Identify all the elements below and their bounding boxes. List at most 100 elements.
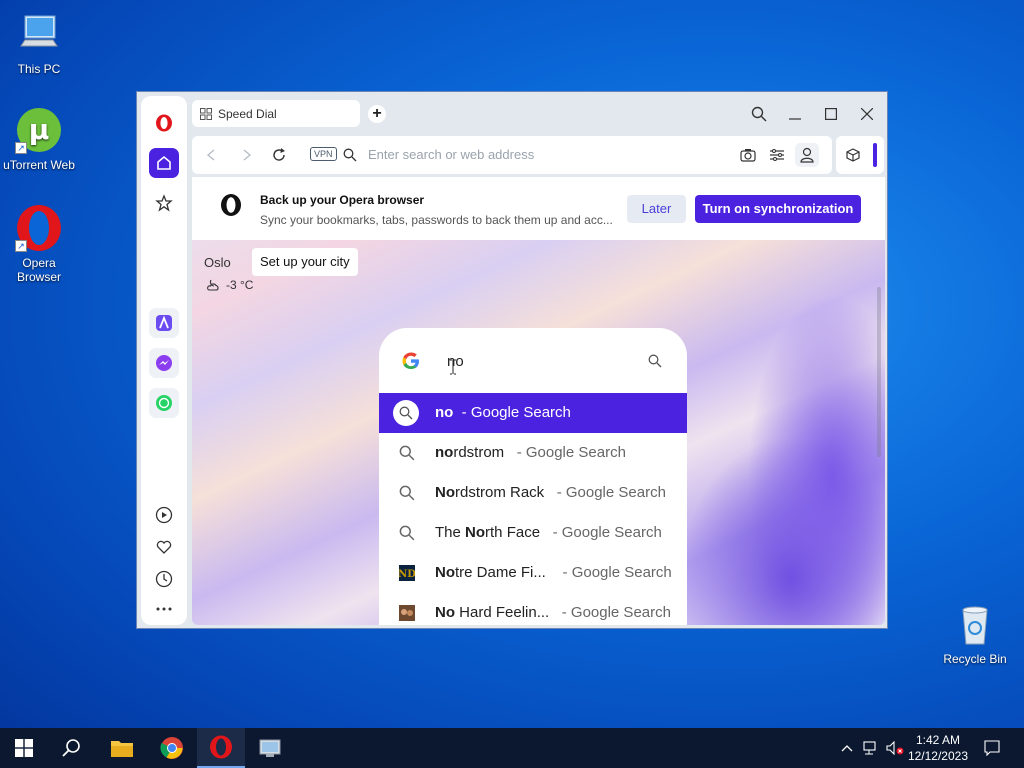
- taskbar-app[interactable]: [246, 728, 294, 768]
- suggestion-suffix: - Google Search: [552, 524, 662, 541]
- taskbar: 1:42 AM 12/12/2023: [0, 728, 1024, 768]
- sidebar-item-history[interactable]: [149, 564, 179, 594]
- forward-icon[interactable]: [242, 149, 252, 161]
- profile-button[interactable]: [795, 143, 819, 167]
- address-input[interactable]: Enter search or web address: [368, 147, 534, 162]
- extensions-cube-icon[interactable]: [846, 148, 860, 162]
- opera-browser-window: Speed Dial + VPN Enter search or web add…: [136, 91, 888, 629]
- turn-on-sync-button[interactable]: Turn on synchronization: [695, 195, 861, 223]
- search-icon[interactable]: [648, 354, 662, 368]
- text-cursor-icon: [450, 359, 456, 375]
- messenger-icon: [156, 355, 172, 371]
- suggestion-suffix: - Google Search: [556, 484, 666, 501]
- network-tray-icon[interactable]: [860, 728, 882, 768]
- search-icon: [751, 106, 767, 122]
- search-icon: [399, 445, 415, 461]
- this-pc-icon: [15, 10, 63, 58]
- sidebar-more-button[interactable]: [149, 594, 179, 624]
- taskbar-opera[interactable]: [197, 728, 245, 768]
- suggestion-item[interactable]: nordstrom - Google Search: [379, 433, 687, 473]
- tab-title: Speed Dial: [218, 106, 277, 121]
- aria-icon: [156, 315, 172, 331]
- reload-icon[interactable]: [272, 148, 286, 162]
- suggestion-suffix: - Google Search: [561, 604, 671, 621]
- whatsapp-icon: [156, 395, 172, 411]
- notification-icon: [984, 740, 1000, 756]
- suggestion-rest: rth Face: [485, 524, 541, 541]
- partly-cloudy-night-icon: [207, 279, 219, 291]
- suggestion-item[interactable]: Nordstrom Rack - Google Search: [379, 473, 687, 513]
- suggestion-suffix: - Google Search: [516, 444, 626, 461]
- folder-icon: [111, 741, 133, 757]
- opera-logo-icon: [156, 114, 172, 132]
- desktop-icon-label: Opera Browser: [16, 256, 61, 284]
- clock-date: 12/12/2023: [907, 749, 968, 763]
- vpn-badge[interactable]: VPN: [310, 147, 337, 161]
- taskbar-clock[interactable]: 1:42 AM 12/12/2023: [908, 732, 968, 764]
- suggestion-item[interactable]: No Hard Feelin... - Google Search: [379, 593, 687, 625]
- sync-banner-title: Back up your Opera browser: [260, 193, 425, 207]
- desktop-icon-label: uTorrent Web: [3, 158, 75, 172]
- easy-setup-icon[interactable]: [770, 148, 784, 162]
- speed-dial-search-box: no no - Google Search nordstrom - Google…: [379, 328, 687, 625]
- suggestion-match: no: [435, 404, 454, 421]
- desktop-icon-utorrent[interactable]: µ ↗ uTorrent Web: [1, 106, 77, 172]
- camera-icon[interactable]: [740, 148, 756, 162]
- suggestion-rest: Hard Feelin...: [455, 604, 550, 621]
- suggestion-item[interactable]: ND Notre Dame Fi... - Google Search: [379, 553, 687, 593]
- suggestion-match: no: [435, 444, 454, 461]
- weather-city[interactable]: Oslo: [204, 255, 231, 270]
- sidebar-item-player[interactable]: [149, 500, 179, 530]
- opera-logo-icon: [221, 194, 241, 216]
- desktop-icon-this-pc[interactable]: This PC: [1, 10, 77, 76]
- start-button[interactable]: [0, 728, 48, 768]
- search-icon: [62, 739, 80, 757]
- later-button[interactable]: Later: [627, 195, 686, 223]
- volume-muted-icon: [886, 741, 904, 755]
- tab-search-button[interactable]: [747, 102, 771, 126]
- taskbar-search-button[interactable]: [48, 728, 96, 768]
- recycle-bin-icon: [951, 600, 999, 648]
- volume-tray-icon[interactable]: [884, 728, 906, 768]
- sidebar-item-aria[interactable]: [149, 308, 179, 338]
- sidebar-item-bookmarks[interactable]: [149, 188, 179, 218]
- desktop-icon-recycle-bin[interactable]: Recycle Bin: [937, 600, 1013, 666]
- taskbar-file-explorer[interactable]: [98, 728, 146, 768]
- windows-logo-icon: [15, 739, 33, 757]
- show-hidden-icons-button[interactable]: [838, 728, 856, 768]
- close-icon: [861, 108, 873, 120]
- page-scrollbar[interactable]: [877, 287, 881, 457]
- taskbar-chrome[interactable]: [148, 728, 196, 768]
- shortcut-arrow-icon: ↗: [15, 142, 27, 154]
- utorrent-icon: µ ↗: [15, 106, 63, 154]
- play-circle-icon: [155, 506, 173, 524]
- chevron-up-icon: [841, 745, 853, 752]
- desktop-icon-opera[interactable]: ↗ Opera Browser: [1, 204, 77, 284]
- sidebar-item-messenger[interactable]: [149, 348, 179, 378]
- tab-speed-dial[interactable]: Speed Dial: [192, 100, 360, 127]
- action-center-button[interactable]: [978, 728, 1006, 768]
- back-icon[interactable]: [206, 149, 216, 161]
- svg-text:ND: ND: [399, 569, 415, 580]
- sidebar-item-whatsapp[interactable]: [149, 388, 179, 418]
- close-button[interactable]: [855, 102, 879, 126]
- suggestion-item[interactable]: The North Face - Google Search: [379, 513, 687, 553]
- sidebar-item-pinboards[interactable]: [149, 532, 179, 562]
- suggestion-match: No: [465, 524, 486, 541]
- suggestion-item[interactable]: no - Google Search: [379, 393, 687, 433]
- maximize-button[interactable]: [819, 102, 843, 126]
- clock-icon: [155, 570, 173, 588]
- sidebar-toggle-indicator[interactable]: [873, 143, 877, 167]
- shortcut-arrow-icon: ↗: [15, 240, 27, 252]
- sidebar-item-home[interactable]: [149, 148, 179, 178]
- opera-menu-button[interactable]: [149, 108, 179, 138]
- sync-banner-subtitle: Sync your bookmarks, tabs, passwords to …: [260, 213, 613, 227]
- minimize-button[interactable]: [783, 102, 807, 126]
- album-art-icon: [399, 605, 415, 621]
- search-icon: [393, 400, 419, 426]
- new-tab-button[interactable]: +: [368, 105, 386, 123]
- more-dots-icon: [156, 607, 172, 611]
- clock-time: 1:42 AM: [915, 733, 960, 747]
- suggestion-prefix: The: [435, 524, 466, 541]
- opera-icon: ↗: [15, 204, 63, 252]
